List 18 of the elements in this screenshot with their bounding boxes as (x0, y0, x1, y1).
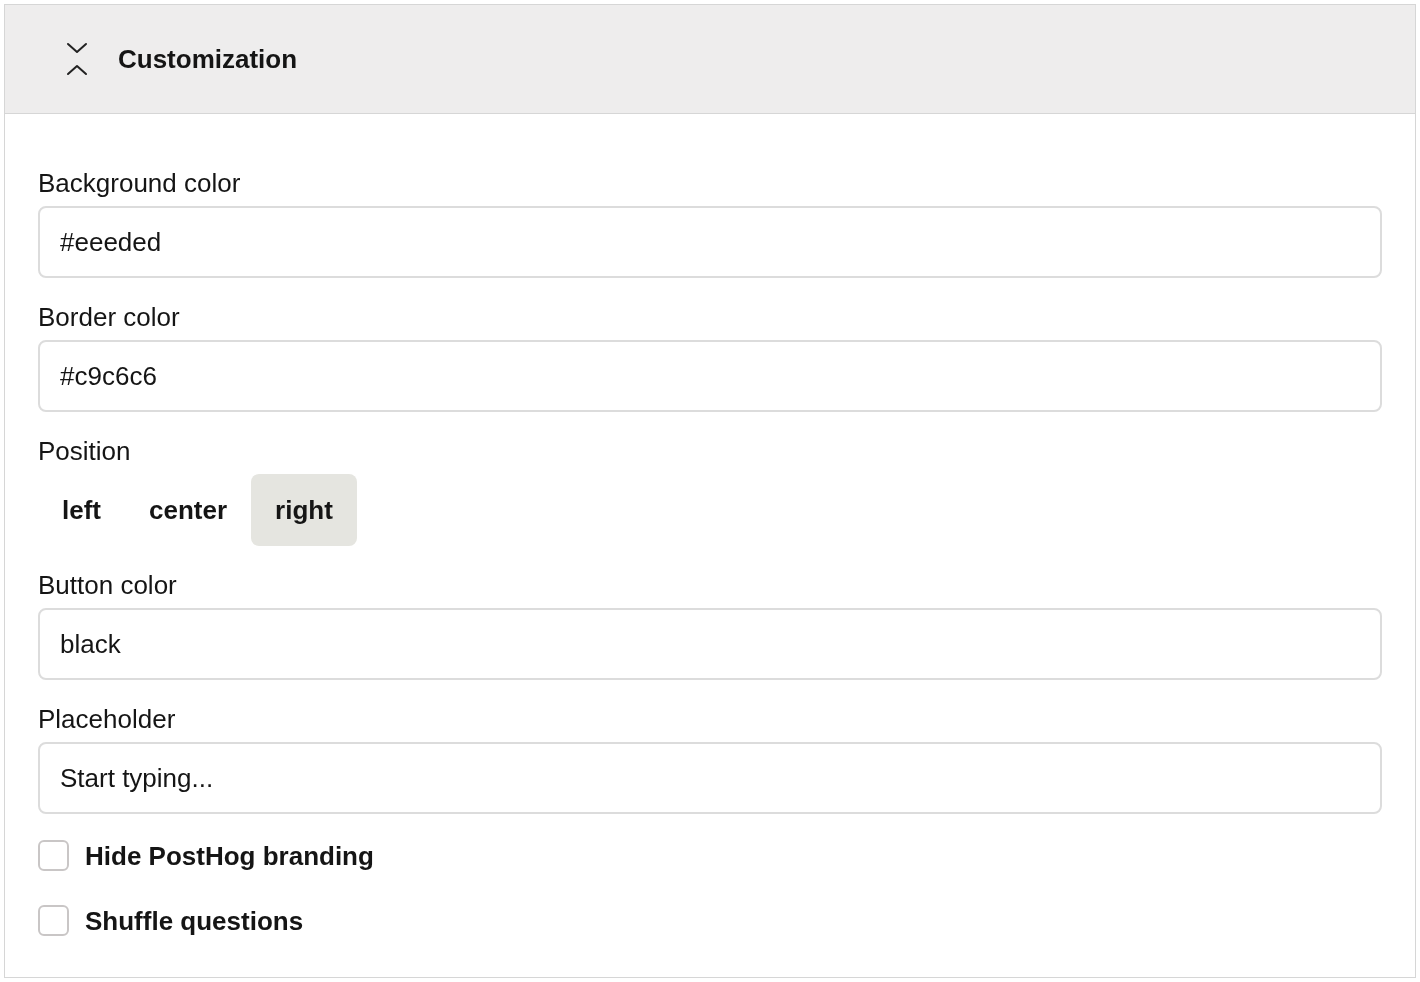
text-field[interactable]: #c9c6c6 (38, 340, 1382, 412)
field-label: Border color (38, 302, 181, 332)
checkbox[interactable] (38, 840, 69, 871)
text-field[interactable]: Start typing... (38, 742, 1382, 814)
text-field[interactable]: #eeeded (38, 206, 1382, 278)
checkbox-label: Hide PostHog branding (85, 840, 374, 871)
field-label: Button color (38, 570, 178, 600)
checkbox[interactable] (38, 905, 69, 936)
field-label: Placeholder (38, 704, 177, 734)
text-field[interactable]: black (38, 608, 1382, 680)
field-label: Background color (38, 168, 242, 198)
section-header[interactable]: Customization (5, 5, 1415, 114)
section-title: Customization (118, 42, 298, 76)
position-option[interactable]: center (125, 474, 252, 546)
position-option[interactable]: right (251, 474, 357, 546)
checkbox-label: Shuffle questions (85, 905, 304, 936)
field-label: Position (38, 436, 132, 466)
position-option[interactable]: left (38, 474, 125, 546)
